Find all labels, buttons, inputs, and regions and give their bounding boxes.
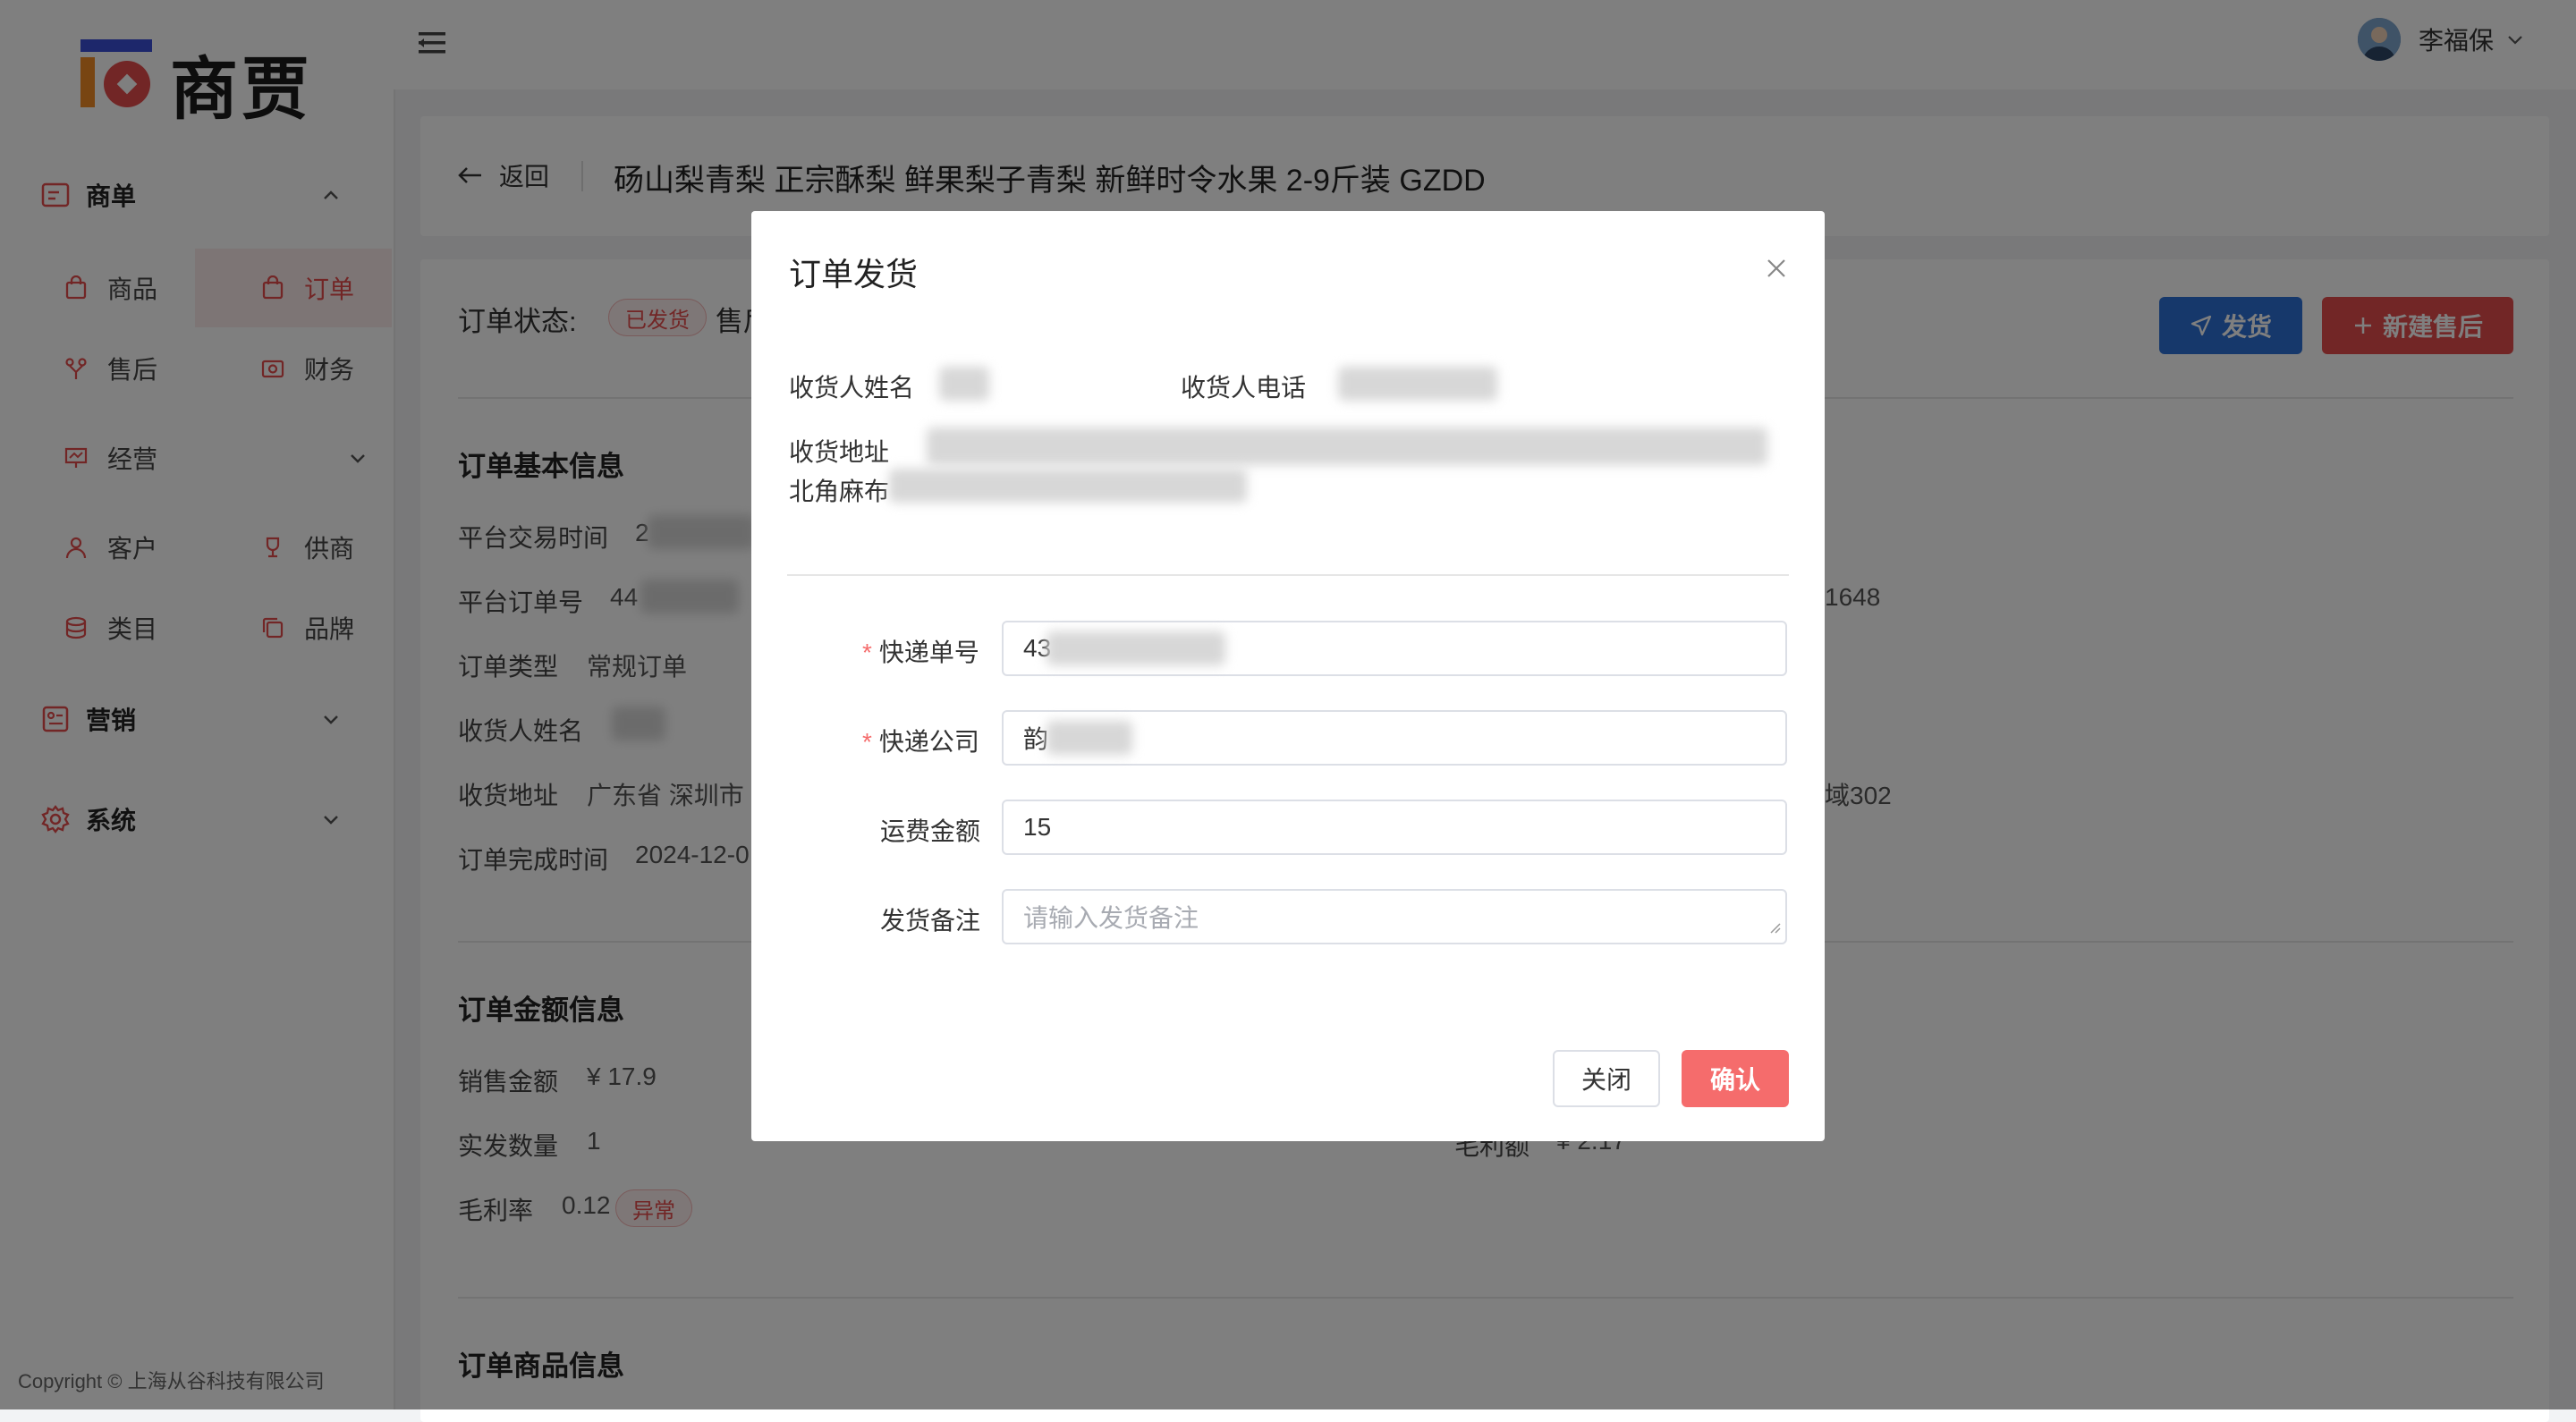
dialog-title: 订单发货	[789, 256, 919, 292]
ship-remark-textarea[interactable]: 请输入发货备注	[1002, 889, 1787, 944]
address-line2: 北角麻布	[789, 478, 890, 505]
confirm-button[interactable]: 确认	[1682, 1050, 1789, 1107]
redacted-receiver-name	[939, 367, 989, 401]
close-icon[interactable]	[1764, 256, 1789, 281]
divider	[787, 574, 1789, 576]
redacted-address	[927, 427, 1767, 465]
close-button[interactable]: 关闭	[1553, 1050, 1660, 1107]
resize-handle-icon[interactable]	[1767, 912, 1782, 941]
tracking-number-label: * 快递单号	[862, 639, 979, 666]
redacted-courier-company	[1046, 721, 1132, 755]
address-label: 收货地址	[789, 438, 890, 466]
redacted-receiver-phone	[1338, 367, 1497, 401]
ship-order-dialog: 订单发货 收货人姓名 收货人电话 收货地址 北角麻布 * 快递单号 43 * 快递公…	[751, 211, 1825, 1141]
redacted-address-line2	[889, 469, 1247, 503]
courier-company-label: * 快递公司	[862, 728, 979, 756]
redacted-tracking-number	[1046, 631, 1225, 665]
ship-remark-label: 发货备注	[880, 907, 981, 935]
freight-amount-input[interactable]: 15	[1002, 800, 1787, 855]
receiver-name-label: 收货人姓名	[789, 374, 915, 402]
freight-amount-label: 运费金额	[880, 817, 981, 845]
receiver-phone-label: 收货人电话	[1181, 374, 1307, 402]
